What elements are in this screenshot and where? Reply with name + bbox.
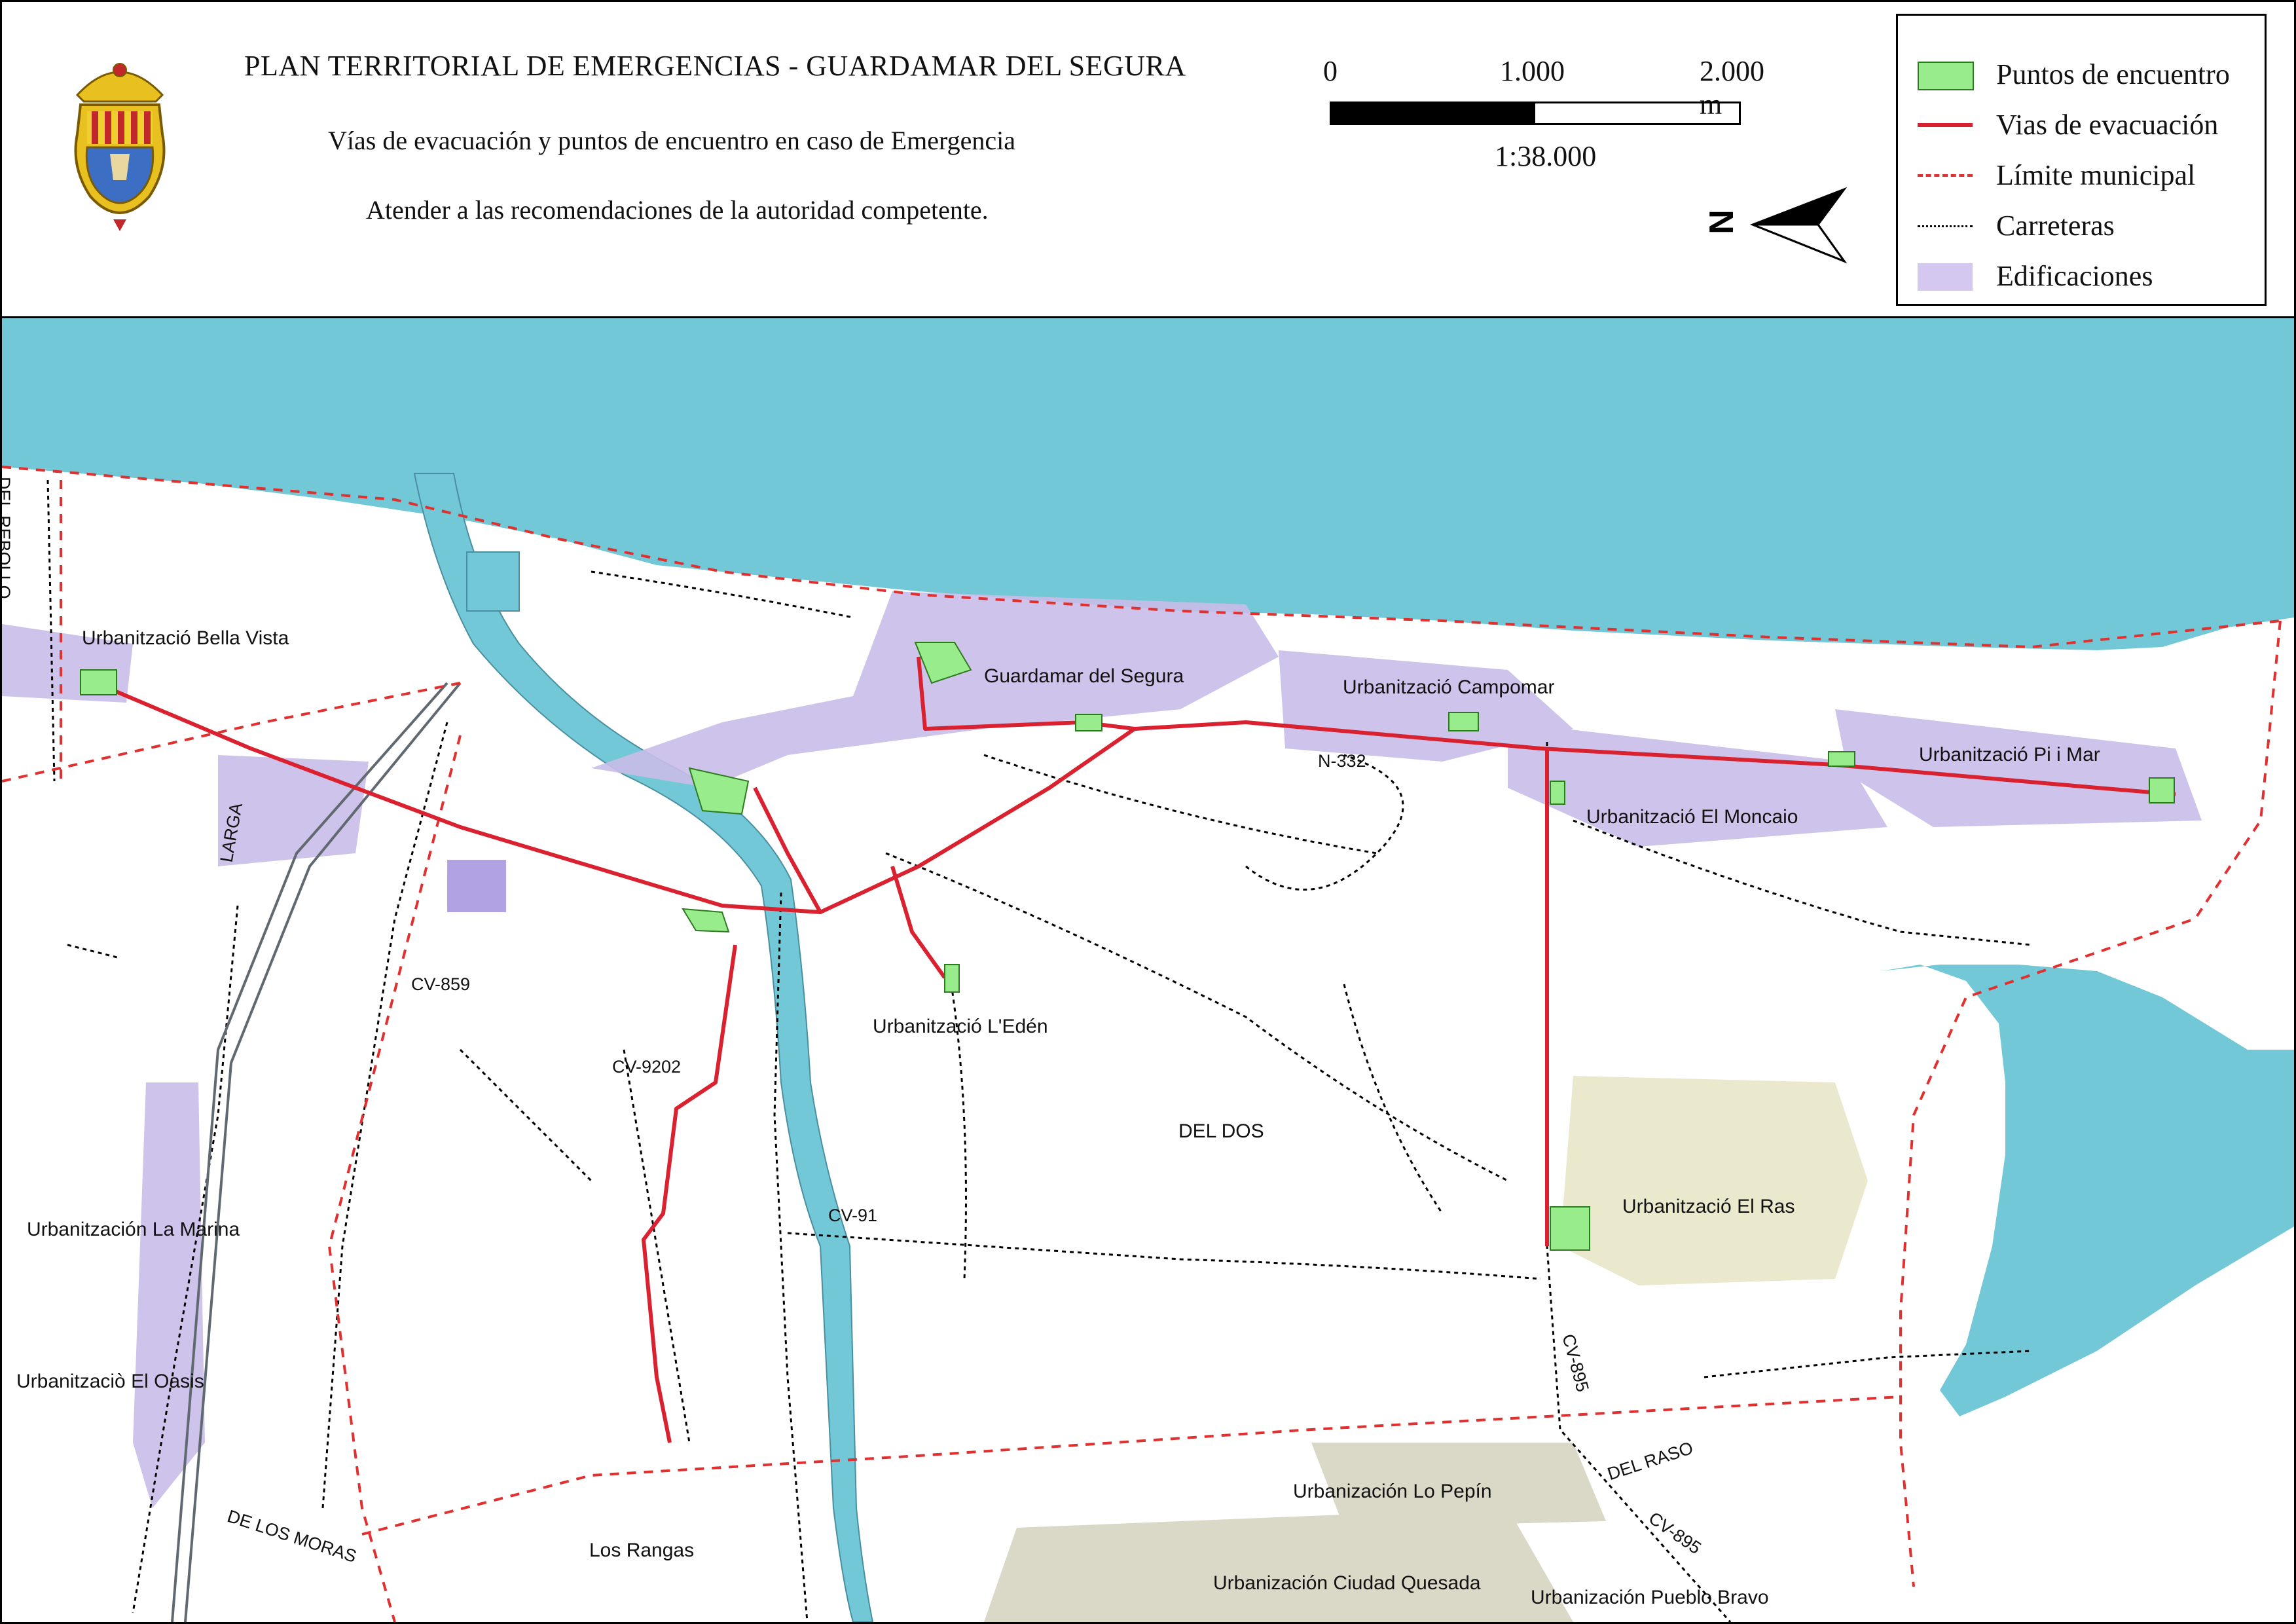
north-arrow-icon xyxy=(1749,187,1848,264)
page-title: PLAN TERRITORIAL DE EMERGENCIAS - GUARDA… xyxy=(244,50,1186,82)
page-subtitle: Vías de evacuación y puntos de encuentro… xyxy=(328,126,1015,155)
road-label: CV-9202 xyxy=(612,1057,682,1077)
legend-item-municipal-boundary: Límite municipal xyxy=(1912,155,2253,194)
scale-ratio: 1:38.000 xyxy=(1495,140,1597,172)
sea xyxy=(2,318,2294,650)
place-label: Urbanització Bella Vista xyxy=(82,627,289,649)
place-label: Urbanització Campomar xyxy=(1343,676,1555,698)
legend-item-roads: Carreteras xyxy=(1912,205,2253,244)
meeting-point-pi-i-mar-2 xyxy=(2149,777,2175,803)
legend-item-buildings: Edificaciones xyxy=(1912,255,2253,295)
sea-upper-notch xyxy=(591,318,2294,342)
evacuation-route-cv9202 xyxy=(642,944,737,1443)
meeting-point-pi-i-mar xyxy=(1828,751,1855,767)
road xyxy=(787,1232,1541,1280)
legend: Puntos de encuentro Vias de evacuación L… xyxy=(1896,14,2267,306)
legend-label: Carreteras xyxy=(1996,210,2115,242)
evacuation-route-eden xyxy=(890,866,947,979)
harbour xyxy=(466,551,520,612)
meeting-point-el-ras xyxy=(1550,1206,1590,1251)
road xyxy=(1343,984,1444,1214)
place-label: Urbanitzación La Marina xyxy=(27,1219,240,1240)
road-line-swatch xyxy=(1912,212,1973,240)
boundary-line-swatch xyxy=(1912,161,1973,190)
buildings-block xyxy=(447,860,506,912)
map-canvas[interactable]: Urbanització Bella Vista Guardamar del S… xyxy=(2,318,2294,1622)
place-label: Urbanització Pi i Mar xyxy=(1919,744,2100,766)
place-label: Guardamar del Segura xyxy=(984,665,1184,687)
meeting-point-carretera xyxy=(682,908,730,933)
place-label: Urbanitzaciò El Oasis xyxy=(16,1371,204,1392)
meeting-point-campomar xyxy=(1448,712,1479,731)
place-label: Urbanització El Ras xyxy=(1622,1196,1795,1217)
scale-bar-black-segment xyxy=(1332,103,1535,123)
place-label: Los Rangas xyxy=(589,1540,695,1561)
scale-bar: 0 1.000 2.000 m 1:38.000 xyxy=(1318,48,1764,179)
buildings-swatch xyxy=(1912,262,1973,291)
legend-item-meeting-points: Puntos de encuentro xyxy=(1912,54,2253,93)
map-sheet: PLAN TERRITORIAL DE EMERGENCIAS - GUARDA… xyxy=(0,0,2296,1624)
buildings-el-ras xyxy=(1560,1076,1868,1285)
buildings-marina xyxy=(133,1082,205,1508)
buildings-guardamar xyxy=(591,591,1279,788)
legend-label: Límite municipal xyxy=(1996,159,2196,191)
place-label: DEL DOS xyxy=(1178,1120,1264,1142)
coat-of-arms-icon xyxy=(74,63,166,231)
meeting-point-bella-vista xyxy=(80,669,117,695)
scale-tick-zero: 0 xyxy=(1323,55,1338,87)
meeting-point-guardamar-2 xyxy=(1075,714,1102,731)
meeting-point-swatch xyxy=(1912,60,1974,90)
road xyxy=(67,944,120,959)
meeting-point-eden xyxy=(944,964,960,993)
advisory-note: Atender a las recomendaciones de la auto… xyxy=(366,195,989,225)
road-label: CV-91 xyxy=(828,1206,878,1225)
road xyxy=(459,1048,592,1182)
north-label: N xyxy=(1702,210,1741,234)
legend-item-evacuation-routes: Vias de evacuación xyxy=(1912,104,2253,143)
scale-tick-mid: 1.000 xyxy=(1500,55,1565,87)
meeting-point-moncaio xyxy=(1550,781,1565,805)
legend-label: Vias de evacuación xyxy=(1996,109,2219,141)
place-label: Urbanización Pueblo Bravo xyxy=(1531,1587,1769,1608)
road xyxy=(1245,754,1404,891)
legend-label: Edificaciones xyxy=(1996,260,2153,292)
map-header: PLAN TERRITORIAL DE EMERGENCIAS - GUARDA… xyxy=(2,2,2294,318)
map-graphic xyxy=(2,318,2294,1622)
place-label: Urbanización Lo Pepín xyxy=(1293,1481,1492,1502)
road xyxy=(46,479,56,782)
road-label: N-332 xyxy=(1318,751,1366,771)
road-label: DEL REBOLLO xyxy=(2,477,14,599)
scale-bar-graphic xyxy=(1330,101,1741,125)
boundary-inner xyxy=(327,735,462,1622)
place-label: Urbanización Ciudad Quesada xyxy=(1213,1572,1481,1594)
place-label: Urbanització El Moncaio xyxy=(1586,806,1798,828)
evacuation-line-swatch xyxy=(1912,111,1973,139)
road-label: CV-859 xyxy=(411,974,471,994)
legend-label: Puntos de encuentro xyxy=(1996,58,2230,90)
place-label: Urbanització L'Edén xyxy=(873,1016,1048,1037)
river-segura xyxy=(413,473,874,1622)
buildings-quesada xyxy=(984,1508,1573,1622)
bay xyxy=(1881,965,2294,1416)
north-arrow: N xyxy=(1702,179,1861,270)
